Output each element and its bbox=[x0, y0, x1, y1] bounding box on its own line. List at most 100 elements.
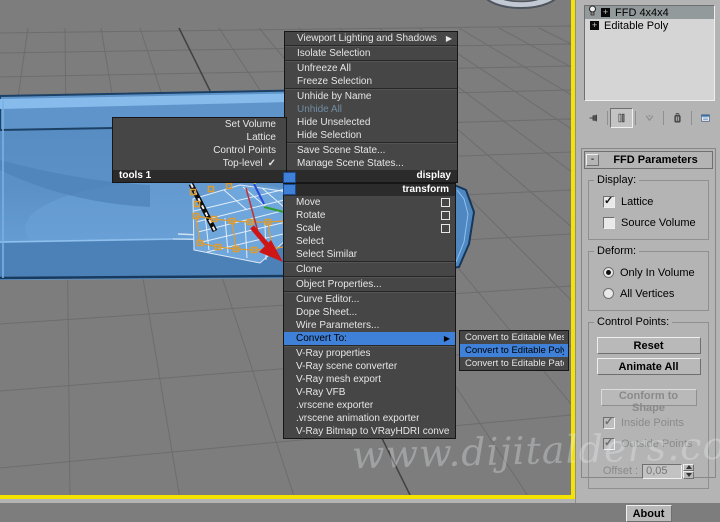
expand-plus-icon[interactable]: + bbox=[590, 21, 599, 30]
remove-modifier-icon[interactable] bbox=[666, 108, 689, 128]
rollout-title: FFD Parameters bbox=[613, 154, 698, 166]
outside-points-checkbox-row[interactable]: ✓ Outside Points bbox=[593, 433, 704, 454]
menu-item-label: Set Volume bbox=[224, 119, 276, 130]
control-label: All Vertices bbox=[620, 287, 675, 300]
menu-item-v-ray-scene-converter[interactable]: V-Ray scene converter bbox=[284, 360, 455, 373]
spinner-down-icon[interactable] bbox=[683, 471, 695, 479]
menu-item-clone[interactable]: Clone bbox=[284, 263, 455, 276]
source-volume-checkbox[interactable] bbox=[603, 216, 615, 229]
menu-item-label: Select Similar bbox=[296, 249, 358, 260]
menu-item-label: Select bbox=[296, 236, 324, 247]
modifier-stack-row-ffd-4x4x4[interactable]: + FFD 4x4x4 bbox=[585, 5, 714, 20]
expand-plus-icon[interactable]: + bbox=[601, 8, 610, 17]
menu-item-v-ray-bitmap-to-vrayhdri-converter[interactable]: V-Ray Bitmap to VRayHDRI converter bbox=[284, 425, 455, 438]
modifier-stack-list[interactable]: + FFD 4x4x4 + Editable Poly bbox=[584, 5, 715, 101]
inside-points-checkbox[interactable]: ✓ bbox=[603, 416, 615, 429]
menu-item-curve-editor[interactable]: Curve Editor... bbox=[284, 293, 455, 306]
show-end-result-icon[interactable] bbox=[610, 108, 633, 128]
menu-item-unhide-by-name[interactable]: Unhide by Name bbox=[285, 90, 457, 103]
modifier-stack-row-editable-poly[interactable]: + Editable Poly bbox=[585, 19, 714, 32]
animate-all-button[interactable]: Animate All bbox=[596, 358, 701, 375]
rollout-title-bar[interactable]: - FFD Parameters bbox=[584, 151, 713, 169]
toolbar-separator bbox=[635, 111, 636, 125]
menu-item-label: Save Scene State... bbox=[297, 145, 386, 156]
menu-item-hide-unselected[interactable]: Hide Unselected bbox=[285, 116, 457, 129]
menu-item-wire-parameters[interactable]: Wire Parameters... bbox=[284, 319, 455, 332]
menu-item-convert-to-editable-mesh[interactable]: Convert to Editable Mesh bbox=[460, 331, 568, 344]
menu-item-convert-to-editable-patch[interactable]: Convert to Editable Patch bbox=[460, 357, 568, 370]
menu-item-lattice[interactable]: Lattice bbox=[113, 131, 286, 144]
menu-item-v-ray-mesh-export[interactable]: V-Ray mesh export bbox=[284, 373, 455, 386]
inside-points-checkbox-row[interactable]: ✓ Inside Points bbox=[593, 412, 704, 433]
all-vertices-radio[interactable]: All Vertices bbox=[593, 283, 704, 304]
settings-box-icon[interactable] bbox=[441, 211, 450, 220]
pin-stack-icon[interactable] bbox=[582, 108, 605, 128]
conform-to-shape-button[interactable]: Conform to Shape bbox=[600, 389, 697, 414]
spinner-up-icon[interactable] bbox=[683, 463, 695, 471]
quad-menu-display: Viewport Lighting and Shadows ▶ Isolate Se… bbox=[284, 31, 458, 183]
make-unique-icon[interactable] bbox=[638, 108, 661, 128]
lattice-checkbox[interactable]: ✓ Lattice bbox=[593, 191, 704, 212]
menu-item-v-ray-vfb[interactable]: V-Ray VFB bbox=[284, 386, 455, 399]
lattice-checkbox[interactable]: ✓ bbox=[603, 194, 615, 208]
outside-points-checkbox[interactable]: ✓ bbox=[603, 437, 615, 450]
control-label: Only In Volume bbox=[620, 266, 695, 279]
menu-item-scale[interactable]: Scale bbox=[284, 222, 455, 235]
modifier-stack-toolbar bbox=[582, 106, 717, 130]
menu-item-manage-scene-states[interactable]: Manage Scene States... bbox=[285, 157, 457, 170]
menu-item-hide-selection[interactable]: Hide Selection bbox=[285, 129, 457, 142]
menu-item-dope-sheet[interactable]: Dope Sheet... bbox=[284, 306, 455, 319]
convert-to-submenu: Convert to Editable Mesh Convert to Edita… bbox=[459, 330, 569, 371]
about-button[interactable]: About bbox=[625, 505, 672, 522]
control-label: Lattice bbox=[621, 195, 654, 208]
menu-item-set-volume[interactable]: Set Volume bbox=[113, 118, 286, 131]
menu-item-label: V-Ray properties bbox=[296, 348, 371, 359]
lightbulb-icon[interactable] bbox=[587, 5, 598, 20]
viewport-bottom-strip bbox=[0, 499, 575, 503]
menu-item-object-properties[interactable]: Object Properties... bbox=[284, 278, 455, 291]
offset-spinner[interactable] bbox=[683, 463, 695, 479]
only-in-volume-radio[interactable] bbox=[603, 267, 614, 278]
menu-item-label: Unhide by Name bbox=[297, 91, 372, 102]
menu-item-rotate[interactable]: Rotate bbox=[284, 209, 455, 222]
menu-item-select-similar[interactable]: Select Similar bbox=[284, 248, 455, 261]
submenu-arrow-icon: ▶ bbox=[445, 34, 452, 43]
radio-dot bbox=[606, 270, 611, 275]
control-points-group-label: Control Points: bbox=[594, 316, 673, 328]
menu-item-v-ray-properties[interactable]: V-Ray properties bbox=[284, 347, 455, 360]
menu-item-label: .vrscene exporter bbox=[296, 400, 374, 411]
menu-item-save-scene-state[interactable]: Save Scene State... bbox=[285, 144, 457, 157]
source-volume-checkbox[interactable]: Source Volume bbox=[593, 212, 704, 233]
menu-item-convert-to[interactable]: Convert To: ▶ bbox=[284, 332, 455, 345]
menu-item-unfreeze-all[interactable]: Unfreeze All bbox=[285, 62, 457, 75]
display-group-label: Display: bbox=[594, 174, 640, 186]
menu-item-unhide-all[interactable]: Unhide All bbox=[285, 103, 457, 116]
reset-button[interactable]: Reset bbox=[596, 337, 701, 354]
menu-item-select[interactable]: Select bbox=[284, 235, 455, 248]
rollout-collapse-button[interactable]: - bbox=[586, 154, 599, 166]
menu-item-top-level[interactable]: Top-level ✓ bbox=[113, 157, 286, 170]
configure-modifier-sets-icon[interactable] bbox=[694, 108, 717, 128]
all-vertices-radio[interactable] bbox=[603, 288, 614, 299]
display-group: Display: ✓ Lattice Source Volume bbox=[588, 174, 709, 240]
offset-field[interactable]: 0,05 bbox=[642, 463, 683, 479]
quad-menu-tools1-title: tools 1 bbox=[113, 170, 286, 182]
menu-item-label: Convert to Editable Mesh bbox=[465, 332, 564, 343]
check-icon: ✓ bbox=[604, 194, 614, 207]
menu-item-viewport-lighting-and-shadows[interactable]: Viewport Lighting and Shadows ▶ bbox=[285, 32, 457, 45]
settings-box-icon[interactable] bbox=[441, 198, 450, 207]
menu-item-isolate-selection[interactable]: Isolate Selection bbox=[285, 47, 457, 60]
settings-box-icon[interactable] bbox=[441, 224, 450, 233]
check-icon: ✓ bbox=[267, 158, 276, 169]
menu-item-label: Dope Sheet... bbox=[296, 307, 358, 318]
menu-item-label: Scale bbox=[296, 223, 322, 234]
menu-item-vrscene-animation-exporter[interactable]: .vrscene animation exporter bbox=[284, 412, 455, 425]
menu-item-label: Hide Selection bbox=[297, 130, 362, 141]
menu-item-freeze-selection[interactable]: Freeze Selection bbox=[285, 75, 457, 88]
menu-item-vrscene-exporter[interactable]: .vrscene exporter bbox=[284, 399, 455, 412]
menu-item-move[interactable]: Move bbox=[284, 196, 455, 209]
only-in-volume-radio[interactable]: Only In Volume bbox=[593, 262, 704, 283]
viewport-border-right bbox=[571, 0, 575, 499]
menu-item-convert-to-editable-poly[interactable]: Convert to Editable Poly bbox=[460, 344, 568, 357]
menu-item-control-points[interactable]: Control Points bbox=[113, 144, 286, 157]
